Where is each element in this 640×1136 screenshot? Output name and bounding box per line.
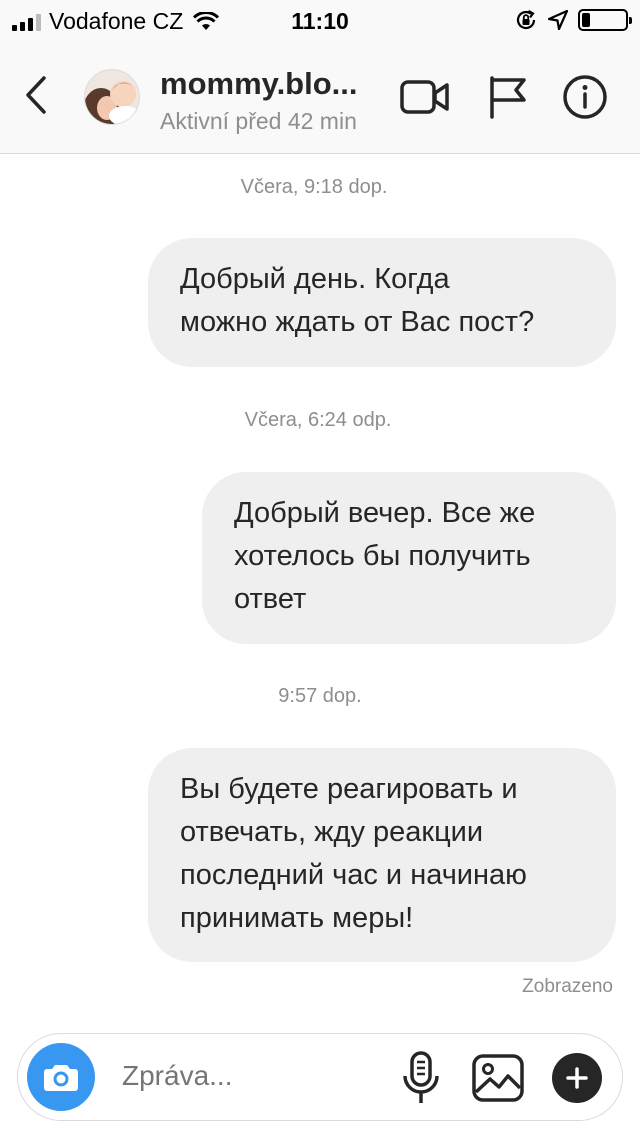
message-timestamp: Včera, 6:24 odp. <box>244 409 392 431</box>
plus-icon <box>566 1067 588 1089</box>
activity-status: Aktivní před 42 min <box>160 108 357 134</box>
camera-button[interactable] <box>27 1043 95 1111</box>
message-line: Добрый вечер. Все же <box>234 497 536 529</box>
message-bubble[interactable]: Добрый день. Когда можно ждать от Вас по… <box>148 238 616 367</box>
flag-icon[interactable] <box>482 73 536 121</box>
seen-label: Zobrazeno <box>522 976 613 997</box>
gallery-icon[interactable] <box>470 1052 526 1104</box>
chat-username[interactable]: mommy.blo... <box>160 66 390 102</box>
message-line: последний час и начинаю <box>180 859 527 891</box>
status-bar: Vodafone CZ 11:10 <box>0 0 640 40</box>
location-icon <box>548 10 568 30</box>
avatar-photo <box>85 70 139 124</box>
chat-header: mommy.blo... Aktivní před 42 min <box>0 40 640 154</box>
microphone-icon[interactable] <box>398 1050 444 1106</box>
add-button[interactable] <box>552 1053 602 1103</box>
status-right <box>514 8 632 32</box>
message-bubble[interactable]: Вы будете реагировать и отвечать, жду ре… <box>148 748 616 962</box>
camera-icon <box>44 1065 78 1091</box>
back-icon[interactable] <box>16 70 56 120</box>
message-line: можно ждать от Вас пост? <box>180 306 535 338</box>
message-thread: Včera, 9:18 dop. Добрый день. Когда можн… <box>0 155 640 1025</box>
message-line: Вы будете реагировать и <box>180 773 518 805</box>
message-line: ответ <box>234 583 307 615</box>
message-bubble[interactable]: Добрый вечер. Все же хотелось бы получит… <box>202 472 616 644</box>
message-line: хотелось бы получить <box>234 540 531 572</box>
message-composer <box>17 1033 623 1121</box>
message-timestamp: Včera, 9:18 dop. <box>240 176 388 198</box>
battery-icon <box>578 9 632 31</box>
video-camera-icon[interactable] <box>398 73 452 121</box>
avatar[interactable] <box>84 69 140 125</box>
info-icon[interactable] <box>558 73 612 121</box>
message-line: отвечать, жду реакции <box>180 816 484 848</box>
message-timestamp: 9:57 dop. <box>278 685 362 707</box>
message-input[interactable] <box>122 1060 372 1092</box>
message-line: принимать меры! <box>180 902 414 934</box>
message-line: Добрый день. Когда <box>180 263 450 295</box>
orientation-lock-icon <box>516 10 536 30</box>
